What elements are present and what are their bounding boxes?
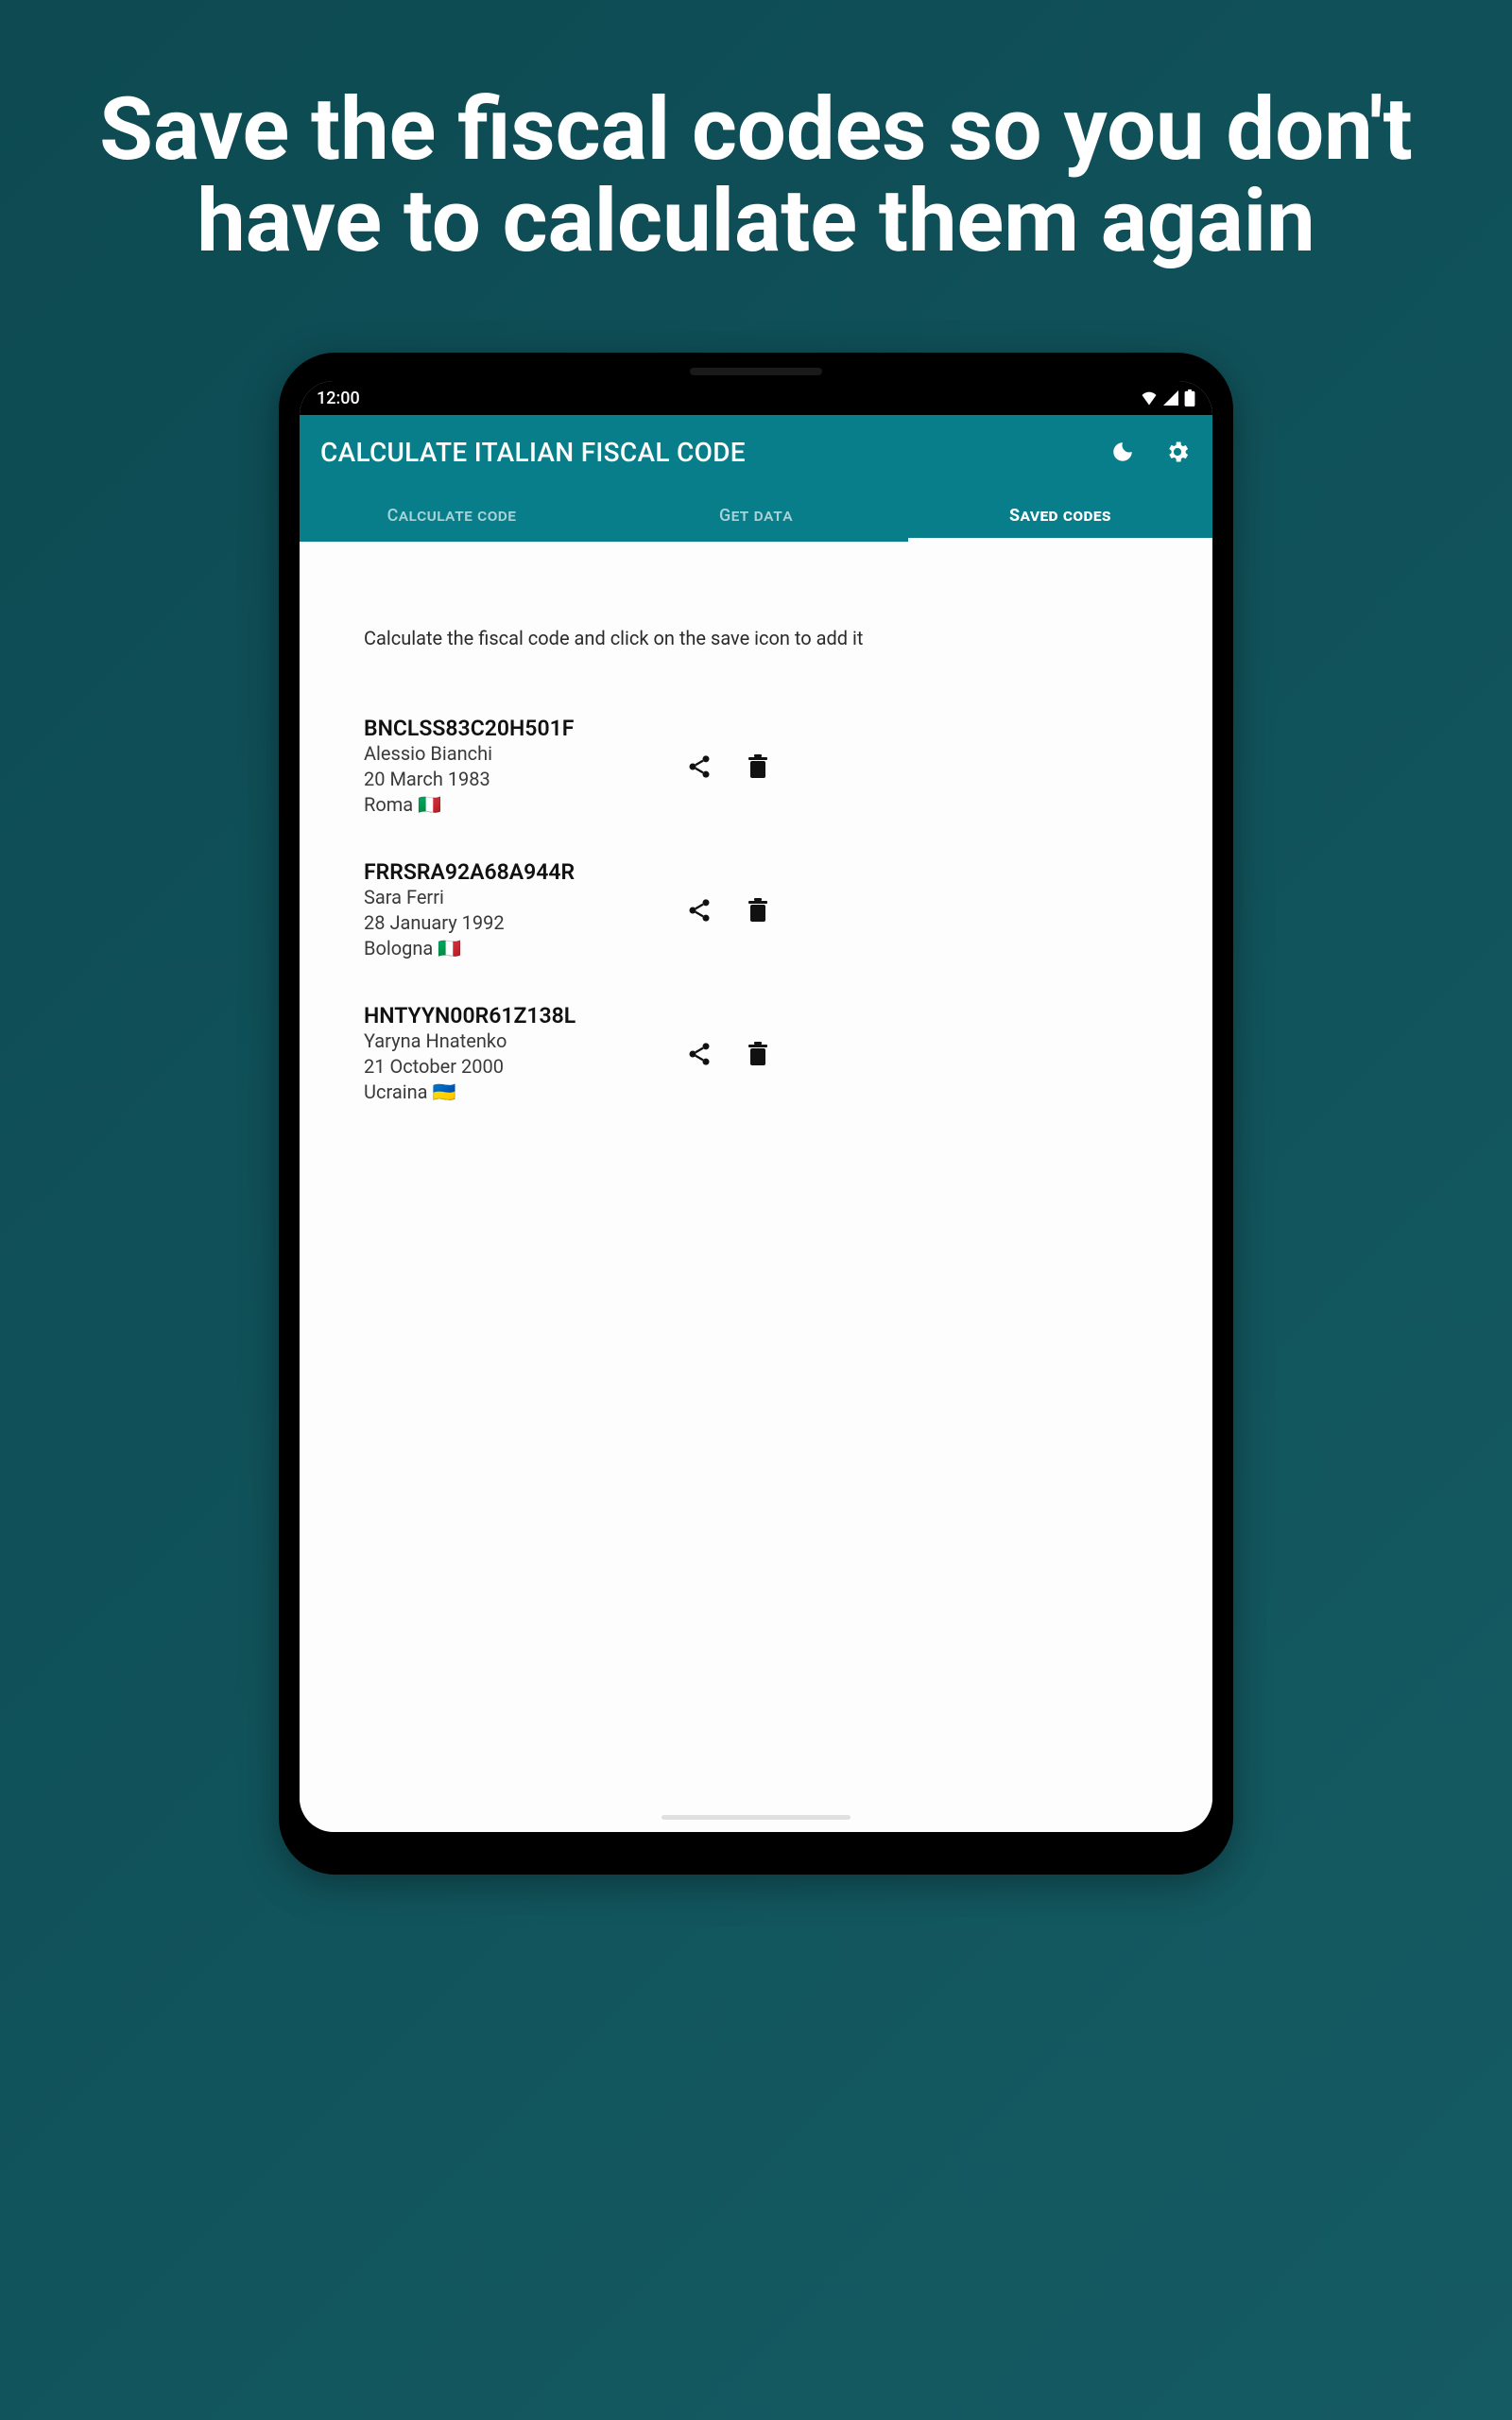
item-dob: 20 March 1983: [364, 767, 657, 792]
dark-mode-button[interactable]: [1108, 438, 1137, 466]
delete-button[interactable]: [742, 894, 774, 926]
share-button[interactable]: [683, 894, 715, 926]
item-dob: 21 October 2000: [364, 1054, 657, 1080]
item-dob: 28 January 1992: [364, 910, 657, 936]
item-name: Yaryna Hnatenko: [364, 1028, 657, 1054]
device-screen: 12:00 CALCULATE ITALIAN FISCAL CODE Calc…: [300, 381, 1212, 1832]
list-item: HNTYYN00R61Z138L Yaryna Hnatenko 21 Octo…: [364, 1003, 1148, 1105]
status-bar: 12:00: [300, 381, 1212, 415]
item-place: Roma 🇮🇹: [364, 792, 657, 818]
app-title: CALCULATE ITALIAN FISCAL CODE: [320, 437, 746, 468]
fiscal-code: BNCLSS83C20H501F: [364, 716, 657, 741]
signal-icon: [1163, 390, 1178, 406]
trash-icon: [747, 897, 769, 924]
item-name: Sara Ferri: [364, 885, 657, 910]
tab-saved-codes[interactable]: Saved codes: [908, 489, 1212, 542]
content-area: Calculate the fiscal code and click on t…: [300, 542, 1212, 1832]
item-name: Alessio Bianchi: [364, 741, 657, 767]
trash-icon: [747, 753, 769, 780]
gear-icon: [1164, 439, 1191, 465]
share-button[interactable]: [683, 1038, 715, 1070]
moon-icon: [1110, 440, 1135, 464]
share-icon: [686, 753, 713, 780]
item-place: Ucraina 🇺🇦: [364, 1080, 657, 1105]
wifi-icon: [1141, 390, 1158, 406]
item-place: Bologna 🇮🇹: [364, 936, 657, 961]
list-item: FRRSRA92A68A944R Sara Ferri 28 January 1…: [364, 859, 1148, 961]
tablet-frame: 12:00 CALCULATE ITALIAN FISCAL CODE Calc…: [279, 353, 1233, 1875]
home-indicator: [662, 1815, 850, 1820]
hint-text: Calculate the fiscal code and click on t…: [364, 627, 1148, 649]
headline: Save the fiscal codes so you don't have …: [0, 0, 1512, 268]
fiscal-code: FRRSRA92A68A944R: [364, 859, 657, 885]
list-item: BNCLSS83C20H501F Alessio Bianchi 20 Marc…: [364, 716, 1148, 818]
item-info: HNTYYN00R61Z138L Yaryna Hnatenko 21 Octo…: [364, 1003, 657, 1105]
tab-calculate-code[interactable]: Calculate code: [300, 489, 604, 542]
fiscal-code: HNTYYN00R61Z138L: [364, 1003, 657, 1028]
status-time: 12:00: [317, 389, 360, 408]
delete-button[interactable]: [742, 1038, 774, 1070]
item-info: BNCLSS83C20H501F Alessio Bianchi 20 Marc…: [364, 716, 657, 818]
tabs: Calculate code Get data Saved codes: [300, 489, 1212, 542]
device-notch: [690, 368, 822, 375]
delete-button[interactable]: [742, 751, 774, 783]
share-icon: [686, 1041, 713, 1067]
status-icons: [1141, 389, 1195, 406]
tab-get-data[interactable]: Get data: [604, 489, 908, 542]
battery-icon: [1184, 389, 1195, 406]
item-info: FRRSRA92A68A944R Sara Ferri 28 January 1…: [364, 859, 657, 961]
trash-icon: [747, 1041, 769, 1067]
settings-button[interactable]: [1163, 438, 1192, 466]
share-button[interactable]: [683, 751, 715, 783]
share-icon: [686, 897, 713, 924]
app-bar: CALCULATE ITALIAN FISCAL CODE: [300, 415, 1212, 489]
